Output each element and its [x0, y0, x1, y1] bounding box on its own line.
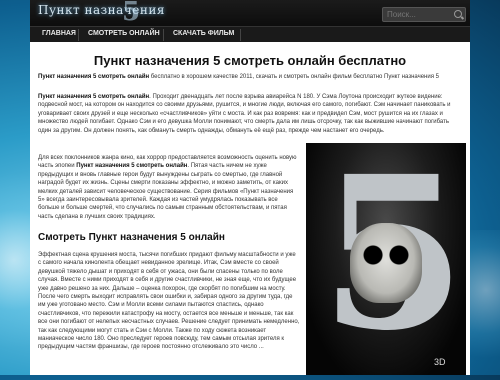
logo-text: Пункт назначения [38, 3, 165, 17]
search-input[interactable] [387, 8, 451, 21]
intro-bold: Пункт назначения 5 смотреть онлайн [38, 74, 150, 80]
plot-paragraph: Пункт назначения 5 смотреть онлайн. Прох… [38, 93, 462, 135]
story-paragraph: Эффектная сцена крушения моста, тысячи п… [38, 252, 300, 351]
nav-divider [163, 29, 164, 41]
plot-bold: Пункт назначения 5 смотреть онлайн [38, 94, 150, 100]
main-nav: ГЛАВНАЯ СМОТРЕТЬ ОНЛАЙН СКАЧАТЬ ФИЛЬМ [30, 26, 470, 43]
review-paragraph: Для всех поклонников жанра кино, как хор… [38, 154, 300, 221]
logo-number: 5 [122, 0, 141, 27]
section-title: Смотреть Пункт назначения 5 онлайн [38, 232, 225, 243]
site-logo[interactable]: Пункт назначения [38, 3, 165, 17]
search-box [382, 7, 466, 22]
skull-image [350, 223, 422, 303]
nav-item-home[interactable]: ГЛАВНАЯ [42, 30, 76, 37]
intro-paragraph: Пункт назначения 5 смотреть онлайн беспл… [38, 73, 462, 81]
site-header: Пункт назначения 5 [30, 0, 470, 27]
page-title: Пункт назначения 5 смотреть онлайн беспл… [93, 53, 407, 68]
nav-divider [240, 29, 241, 41]
nav-item-watch-online[interactable]: СМОТРЕТЬ ОНЛАЙН [88, 30, 160, 37]
review-bold: Пункт назначения 5 смотреть онлайн [76, 163, 188, 170]
search-icon[interactable] [454, 10, 462, 18]
nav-divider [78, 29, 79, 41]
nav-item-download[interactable]: СКАЧАТЬ ФИЛЬМ [173, 30, 234, 37]
intro-text: бесплатно в хорошем качестве 2011, скача… [149, 74, 439, 80]
review-text-b: . Пятая часть ничем не хуже предыдущих и… [38, 163, 294, 220]
movie-poster[interactable]: 5 3D [306, 143, 466, 375]
main-content: Пункт назначения 5 смотреть онлайн беспл… [30, 42, 470, 375]
poster-3d-badge: 3D [434, 357, 446, 367]
